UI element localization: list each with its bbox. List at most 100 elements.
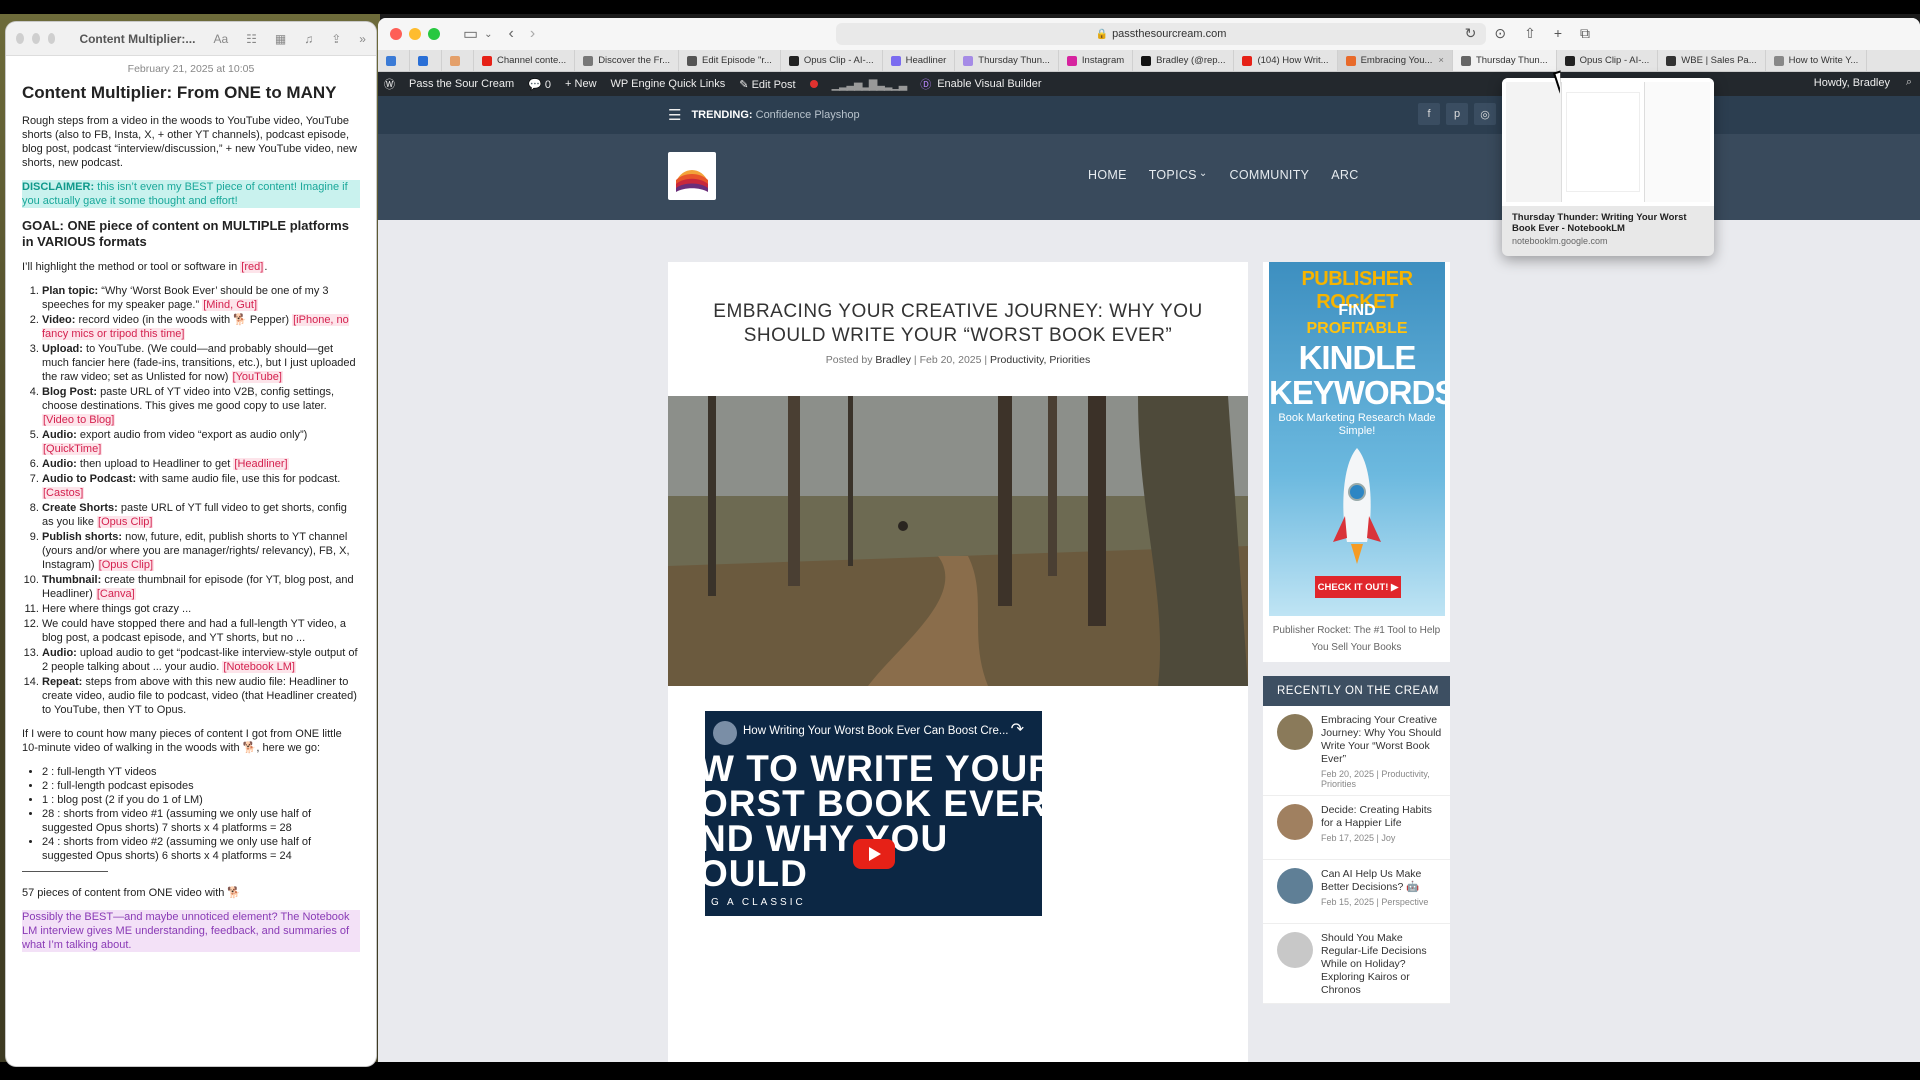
wp-quick-links[interactable]: WP Engine Quick Links <box>611 78 726 90</box>
recent-posts-heading: RECENTLY ON THE CREAM <box>1263 676 1450 706</box>
sidebar-toggle-icon[interactable]: ▭ <box>463 24 478 44</box>
pinterest-icon[interactable]: p <box>1446 103 1468 125</box>
recent-post-item[interactable]: Embracing Your Creative Journey: Why You… <box>1263 706 1450 796</box>
table-icon[interactable]: ▦ <box>275 32 286 46</box>
menu-item[interactable]: HOME <box>1088 168 1127 182</box>
browser-tab[interactable]: WBE | Sales Pa... <box>1658 50 1766 71</box>
ad-caption[interactable]: Publisher Rocket: The #1 Tool to Help Yo… <box>1263 622 1450 656</box>
browser-tab[interactable]: Embracing You... × <box>1337 50 1453 71</box>
close-tab-icon[interactable]: × <box>1438 55 1444 66</box>
divi-icon[interactable]: Ⓓ <box>920 76 931 92</box>
minimize-window-button[interactable] <box>409 28 421 40</box>
recent-post-categories[interactable]: Perspective <box>1381 897 1428 907</box>
video-title[interactable]: How Writing Your Worst Book Ever Can Boo… <box>743 725 1008 737</box>
share-icon[interactable]: ⇪ <box>331 32 341 46</box>
browser-tab[interactable]: Channel conte... <box>474 50 576 71</box>
recent-post-title[interactable]: Can AI Help Us Make Better Decisions? 🤖 <box>1321 868 1442 894</box>
browser-tab[interactable]: Headliner <box>883 50 956 71</box>
recent-post-thumbnail[interactable] <box>1277 932 1313 968</box>
ad-profitable: PROFITABLE <box>1306 320 1408 337</box>
recent-post-item[interactable]: Can AI Help Us Make Better Decisions? 🤖 F… <box>1263 860 1450 924</box>
browser-tab[interactable]: Instagram <box>1059 50 1134 71</box>
chevron-down-icon[interactable]: ⌄ <box>484 29 492 40</box>
new-tab-icon[interactable]: + <box>1554 25 1562 42</box>
reload-icon[interactable]: ↻ <box>1465 25 1477 42</box>
post-author-link[interactable]: Bradley <box>875 354 911 366</box>
browser-tab[interactable]: How to Write Y... <box>1766 50 1868 71</box>
step-item: We could have stopped there and had a fu… <box>42 617 360 645</box>
facebook-icon[interactable]: f <box>1418 103 1440 125</box>
close-window-button[interactable] <box>390 28 402 40</box>
count-item: 2 : full-length podcast episodes <box>42 779 360 793</box>
note-total: 57 pieces of content from ONE video with… <box>22 887 242 899</box>
text-format-icon[interactable]: Aa <box>213 32 228 46</box>
menu-item[interactable]: TOPICS <box>1149 168 1197 182</box>
zoom-window-button[interactable] <box>47 33 56 44</box>
browser-tab[interactable]: Opus Clip - AI-... <box>781 50 883 71</box>
minimize-window-button[interactable] <box>31 33 40 44</box>
video-thumb-line-1: W TO WRITE YOUR <box>705 748 1042 789</box>
ad-banner[interactable]: PUBLISHER ROCKET FIND PROFITABLE KINDLE KE… <box>1269 262 1445 616</box>
recent-post-thumbnail[interactable] <box>1277 804 1313 840</box>
youtube-embed[interactable]: How Writing Your Worst Book Ever Can Boo… <box>705 711 1042 916</box>
browser-tab[interactable]: Bradley (@rep... <box>1133 50 1235 71</box>
recent-post-item[interactable]: Decide: Creating Habits for a Happier Li… <box>1263 796 1450 860</box>
ad-cta-label: CHECK IT OUT! <box>1317 581 1389 593</box>
more-icon[interactable]: » <box>359 32 366 46</box>
browser-tab[interactable]: Thursday Thun... <box>1452 50 1557 71</box>
pinned-tab[interactable] <box>410 50 442 71</box>
wp-comments[interactable]: 💬 0 <box>528 78 551 91</box>
menu-item[interactable]: COMMUNITY <box>1230 168 1310 182</box>
download-icon[interactable]: ⊙ <box>1494 25 1506 42</box>
recent-post-item[interactable]: Should You Make Regular-Life Decisions W… <box>1263 924 1450 1004</box>
notes-body[interactable]: February 21, 2025 at 10:05 Content Multi… <box>6 56 376 952</box>
tab-preview-popover[interactable]: Thursday Thunder: Writing Your Worst Boo… <box>1502 78 1714 256</box>
wordpress-icon[interactable]: Ⓦ <box>384 76 395 92</box>
close-window-button[interactable] <box>16 33 24 44</box>
desktop-top-strip <box>0 0 1920 14</box>
play-button[interactable] <box>853 839 895 869</box>
recent-post-thumbnail[interactable] <box>1277 868 1313 904</box>
stats-sparkline-icon[interactable]: ▁▂▃▅▂▇▃▂▁▃ <box>832 78 908 91</box>
ad-cta-button[interactable]: CHECK IT OUT! ▶ <box>1315 576 1401 598</box>
browser-tab[interactable]: Edit Episode "r... <box>679 50 781 71</box>
pinned-tab[interactable] <box>378 50 410 71</box>
address-bar[interactable]: 🔒 passthesourcream.com <box>836 23 1486 45</box>
menu-item[interactable]: ARC <box>1331 168 1358 182</box>
recent-post-title[interactable]: Embracing Your Creative Journey: Why You… <box>1321 714 1442 766</box>
share-arrow-icon[interactable]: ↷ <box>1011 719 1024 739</box>
wp-site-name[interactable]: Pass the Sour Cream <box>409 78 514 90</box>
wp-howdy[interactable]: Howdy, Bradley <box>1814 77 1890 89</box>
zoom-window-button[interactable] <box>428 28 440 40</box>
audio-icon[interactable]: ♫ <box>304 32 313 46</box>
share-icon[interactable]: ⇧ <box>1524 25 1536 42</box>
back-arrow-icon[interactable]: ‹ <box>509 25 514 43</box>
trending[interactable]: TRENDING: Confidence Playshop <box>691 109 859 121</box>
browser-tab[interactable]: Thursday Thun... <box>955 50 1059 71</box>
search-icon[interactable]: ⌕ <box>1906 76 1912 89</box>
publisher-rocket-ad[interactable]: PUBLISHER ROCKET FIND PROFITABLE KINDLE KE… <box>1263 262 1450 662</box>
recent-post-thumbnail[interactable] <box>1277 714 1313 750</box>
wp-edit-post[interactable]: ✎ Edit Post <box>739 78 795 91</box>
post-categories-link[interactable]: Productivity, Priorities <box>990 354 1090 366</box>
recent-post-title[interactable]: Decide: Creating Habits for a Happier Li… <box>1321 804 1442 830</box>
checklist-icon[interactable]: ☷ <box>246 32 257 46</box>
step-label: Create Shorts: <box>42 502 118 514</box>
site-logo[interactable] <box>668 152 716 200</box>
wp-visual-builder[interactable]: Enable Visual Builder <box>937 78 1041 90</box>
hamburger-menu-icon[interactable]: ☰ <box>668 106 681 124</box>
instagram-icon[interactable]: ◎ <box>1474 103 1496 125</box>
recent-post-meta: Feb 17, 2025 | Joy <box>1321 833 1396 843</box>
step-text: export audio from video “export as audio… <box>79 429 308 441</box>
recent-post-title[interactable]: Should You Make Regular-Life Decisions W… <box>1321 932 1442 997</box>
tab-overview-icon[interactable]: ⧉ <box>1580 25 1590 42</box>
browser-tab[interactable]: Opus Clip - AI-... <box>1557 50 1659 71</box>
browser-tab[interactable]: (104) How Writ... <box>1234 50 1338 71</box>
tab-favicon-icon <box>1564 55 1575 66</box>
pinned-tab[interactable] <box>442 50 474 71</box>
wp-new[interactable]: + New <box>565 78 597 90</box>
forward-arrow-icon[interactable]: › <box>530 25 535 43</box>
browser-tab[interactable]: Discover the Fr... <box>575 50 679 71</box>
channel-avatar[interactable] <box>713 721 737 745</box>
recent-post-categories[interactable]: Joy <box>1381 833 1395 843</box>
